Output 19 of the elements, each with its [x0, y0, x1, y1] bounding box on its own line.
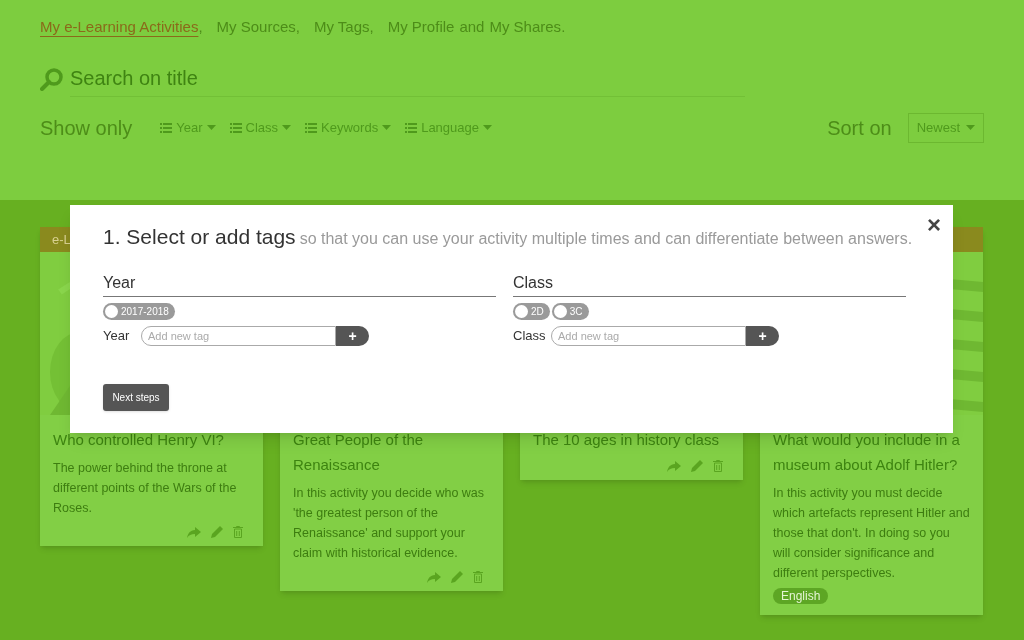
sort-label: Sort on [827, 115, 892, 141]
nav-separator: , [198, 17, 203, 37]
card-description: The power behind the throne at different points of the Wars of the Roses. [53, 460, 238, 517]
add-tag-label: Class [513, 326, 547, 345]
group-heading: Year [103, 270, 496, 297]
card-title: The 10 ages in history class [533, 430, 720, 450]
nav-separator: , [295, 17, 300, 37]
language-tag: English [773, 588, 829, 604]
filter-label: Show only [40, 115, 133, 141]
nav-separator: and [459, 17, 485, 37]
card-description: In this activity you decide who was 'the greatest person of the Renaissance' and support your claim with historical evidence. [293, 485, 486, 562]
nav-separator: . [561, 17, 566, 37]
card-description: In this activity you must decide which artefacts represent Hitler and those that don't. In doing so you will consider significance and different perspectives. [773, 485, 970, 582]
card-title: Who controlled Henry VI? [53, 430, 225, 450]
add-tag-label: Year [103, 326, 131, 345]
card-title: Great People of the Renaissance [293, 430, 425, 475]
card-title: What would you include in a museum about Adolf Hitler? [773, 430, 961, 475]
group-heading: Class [513, 270, 906, 297]
nav-separator: , [369, 17, 374, 37]
